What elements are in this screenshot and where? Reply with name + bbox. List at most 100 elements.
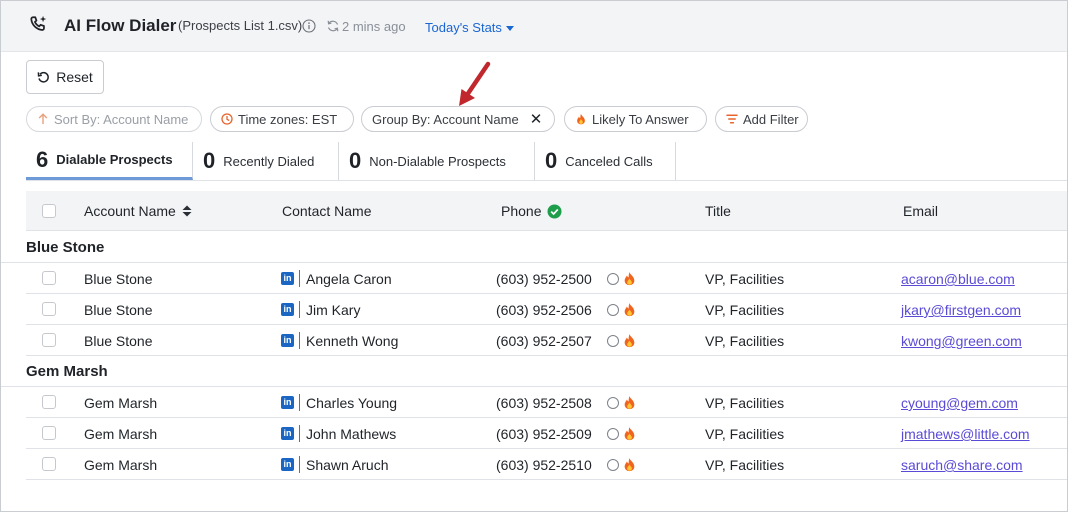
caret-down-icon xyxy=(505,25,514,31)
linkedin-icon[interactable]: in xyxy=(281,334,294,347)
check-circle-icon xyxy=(547,204,562,218)
fire-icon xyxy=(577,113,585,125)
tab-label: Non-Dialable Prospects xyxy=(369,153,506,169)
circle-icon xyxy=(607,459,619,471)
circle-icon xyxy=(607,335,619,347)
linkedin-icon[interactable]: in xyxy=(281,303,294,316)
email-link[interactable]: saruch@share.com xyxy=(901,457,1023,473)
tab-count: 0 xyxy=(349,148,362,173)
tab-label: Dialable Prospects xyxy=(56,152,173,167)
column-label: Phone xyxy=(501,203,542,219)
table-row[interactable]: Blue Stone in Kenneth Wong (603) 952-250… xyxy=(26,325,1067,356)
reset-label: Reset xyxy=(56,69,93,85)
column-account-name[interactable]: Account Name xyxy=(84,203,192,219)
divider xyxy=(299,394,300,411)
table-row[interactable]: Blue Stone in Angela Caron (603) 952-250… xyxy=(26,263,1067,294)
time-zones-label: Time zones: EST xyxy=(238,111,338,127)
refresh-icon[interactable] xyxy=(326,19,340,33)
tabs-divider xyxy=(26,180,1067,181)
row-checkbox[interactable] xyxy=(42,426,56,440)
linkedin-icon[interactable]: in xyxy=(281,427,294,440)
email-link[interactable]: jmathews@little.com xyxy=(901,426,1030,442)
circle-icon xyxy=(607,428,619,440)
time-zones-chip[interactable]: Time zones: EST xyxy=(210,106,354,132)
tab-dialable-prospects[interactable]: 6 Dialable Prospects xyxy=(26,142,193,180)
divider xyxy=(299,270,300,287)
email-link[interactable]: cyoung@gem.com xyxy=(901,395,1018,411)
tab-canceled-calls[interactable]: 0 Canceled Calls xyxy=(535,142,676,180)
column-contact-name: Contact Name xyxy=(282,203,371,219)
phone-cell[interactable]: (603) 952-2510 xyxy=(496,457,592,473)
app-header: AI Flow Dialer (Prospects List 1.csv) 2 … xyxy=(1,1,1067,52)
filter-icon xyxy=(726,114,738,124)
phone-cell[interactable]: (603) 952-2507 xyxy=(496,333,592,349)
add-filter-chip[interactable]: Add Filter xyxy=(715,106,808,132)
sort-by-chip[interactable]: Sort By: Account Name xyxy=(26,106,202,132)
phone-cell[interactable]: (603) 952-2500 xyxy=(496,271,592,287)
email-link[interactable]: acaron@blue.com xyxy=(901,271,1015,287)
group-by-label: Group By: Account Name xyxy=(372,111,519,127)
contact-cell: Jim Kary xyxy=(306,302,361,318)
column-phone: Phone xyxy=(501,203,562,219)
phone-cell[interactable]: (603) 952-2508 xyxy=(496,395,592,411)
contact-cell: Angela Caron xyxy=(306,271,392,287)
column-title: Title xyxy=(705,203,731,219)
tab-recently-dialed[interactable]: 0 Recently Dialed xyxy=(193,142,339,180)
row-checkbox[interactable] xyxy=(42,302,56,316)
contact-cell: Shawn Aruch xyxy=(306,457,389,473)
todays-stats-dropdown[interactable]: Today's Stats xyxy=(425,20,514,35)
row-checkbox[interactable] xyxy=(42,333,56,347)
account-cell: Blue Stone xyxy=(84,302,153,318)
email-link[interactable]: jkary@firstgen.com xyxy=(901,302,1021,318)
row-checkbox[interactable] xyxy=(42,457,56,471)
contact-cell: John Mathews xyxy=(306,426,397,442)
todays-stats-label: Today's Stats xyxy=(425,20,502,35)
row-checkbox[interactable] xyxy=(42,271,56,285)
table-row[interactable]: Gem Marsh in John Mathews (603) 952-2509… xyxy=(26,418,1067,449)
column-email: Email xyxy=(903,203,938,219)
table-row[interactable]: Blue Stone in Jim Kary (603) 952-2506 VP… xyxy=(26,294,1067,325)
reset-button[interactable]: Reset xyxy=(26,60,104,94)
circle-icon xyxy=(607,304,619,316)
contact-cell: Charles Young xyxy=(306,395,398,411)
table-row[interactable]: Gem Marsh in Charles Young (603) 952-250… xyxy=(26,387,1067,418)
tab-label: Recently Dialed xyxy=(223,153,315,169)
group-label: Gem Marsh xyxy=(26,363,108,380)
row-checkbox[interactable] xyxy=(42,395,56,409)
title-cell: VP, Facilities xyxy=(705,333,785,349)
tab-non-dialable-prospects[interactable]: 0 Non-Dialable Prospects xyxy=(339,142,535,180)
likely-to-answer-chip[interactable]: Likely To Answer xyxy=(564,106,707,132)
select-all-checkbox[interactable] xyxy=(42,204,56,218)
fire-icon xyxy=(624,272,635,286)
circle-icon xyxy=(607,397,619,409)
email-link[interactable]: kwong@green.com xyxy=(901,333,1022,349)
tab-count: 0 xyxy=(203,148,216,173)
arrow-up-icon xyxy=(38,113,48,124)
clock-icon xyxy=(221,113,233,125)
close-icon[interactable]: ✕ xyxy=(530,110,543,128)
red-arrow-icon xyxy=(459,61,491,106)
group-header-row: Gem Marsh xyxy=(1,356,1067,387)
account-cell: Gem Marsh xyxy=(84,426,158,442)
sort-by-label: Sort By: Account Name xyxy=(54,111,189,127)
table-row[interactable]: Gem Marsh in Shawn Aruch (603) 952-2510 … xyxy=(26,449,1067,480)
account-cell: Blue Stone xyxy=(84,333,153,349)
linkedin-icon[interactable]: in xyxy=(281,458,294,471)
tab-count: 6 xyxy=(36,146,49,172)
linkedin-icon[interactable]: in xyxy=(281,272,294,285)
phone-cell[interactable]: (603) 952-2506 xyxy=(496,302,592,318)
tab-label: Canceled Calls xyxy=(565,153,653,169)
linkedin-icon[interactable]: in xyxy=(281,396,294,409)
info-icon[interactable] xyxy=(302,19,316,33)
phone-cell[interactable]: (603) 952-2509 xyxy=(496,426,592,442)
list-name: (Prospects List 1.csv) xyxy=(178,18,303,33)
undo-icon xyxy=(37,71,50,83)
column-label: Email xyxy=(903,203,939,219)
divider xyxy=(299,456,300,473)
group-header-row: Blue Stone xyxy=(1,232,1067,263)
column-label: Account Name xyxy=(84,203,176,219)
app-title: AI Flow Dialer xyxy=(64,16,177,35)
account-cell: Gem Marsh xyxy=(84,457,158,473)
fire-icon xyxy=(624,396,635,410)
table-header: Account Name Contact Name Phone Title Em… xyxy=(26,191,1067,231)
